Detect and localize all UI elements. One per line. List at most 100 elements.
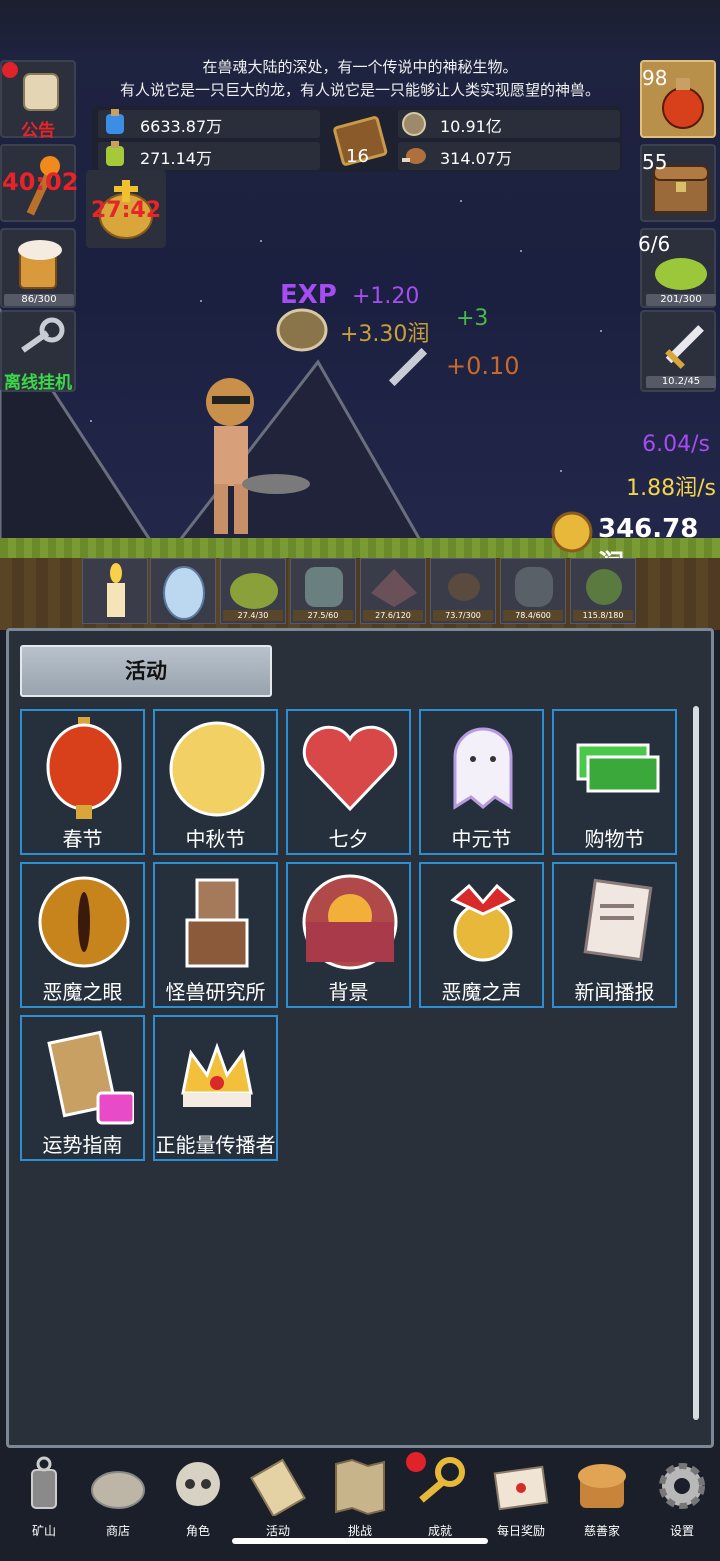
nav-achievement[interactable]: 成就	[400, 1452, 480, 1542]
key-icon	[419, 1457, 465, 1503]
slime-count: 6/6	[638, 232, 671, 256]
potion-button[interactable]: 98	[640, 60, 716, 138]
nav-daily-reward[interactable]: 每日奖励	[481, 1452, 561, 1542]
newspaper-icon	[583, 878, 653, 962]
potion-count: 98	[642, 66, 668, 90]
chest-button[interactable]: 55	[640, 144, 716, 222]
sword-button[interactable]: 10.2/45	[640, 310, 716, 392]
panel-scrollbar[interactable]	[693, 706, 699, 1420]
bread-icon	[578, 1464, 626, 1508]
map-icon	[335, 1458, 385, 1516]
card-label: 运势指南	[42, 1133, 123, 1157]
nav-label: 挑战	[347, 1524, 372, 1538]
gear-icon	[659, 1463, 705, 1509]
slot-goblin[interactable]: 115.8/180	[570, 558, 636, 624]
beer-icon	[18, 240, 62, 289]
card-label: 购物节	[584, 827, 645, 851]
nav-shop[interactable]: 商店	[78, 1452, 158, 1542]
card-label: 正能量传播者	[155, 1133, 276, 1157]
coin-rate: 1.88润/s	[626, 476, 716, 501]
card-background[interactable]: 背景	[286, 862, 411, 1008]
hero-character	[206, 378, 310, 534]
torch-button[interactable]: 40:02	[0, 144, 79, 222]
resource-potion-blue: 6633.87万	[98, 109, 320, 138]
lantern-icon	[46, 717, 122, 819]
beer-button[interactable]: 86/300	[0, 228, 76, 308]
green-slime-icon	[230, 573, 278, 609]
card-demon-eye[interactable]: 恶魔之眼	[20, 862, 145, 1008]
sword-drop-icon	[388, 347, 428, 387]
slime-bar: 201/300	[646, 294, 716, 306]
slot-candle[interactable]	[82, 558, 148, 624]
announcement-button[interactable]: 公告	[0, 60, 76, 141]
card-spring-festival[interactable]: 春节	[20, 709, 145, 855]
ghost-icon	[453, 727, 513, 810]
slime-button[interactable]: 6/6 201/300	[638, 228, 716, 308]
tab-activity[interactable]: 活动	[20, 645, 272, 697]
slot-bat[interactable]: 27.6/120	[360, 558, 426, 624]
nav-label: 成就	[427, 1524, 452, 1538]
nav-label: 慈善家	[583, 1524, 620, 1538]
card-label: 新闻播报	[574, 980, 655, 1004]
blue-potion-icon	[106, 109, 124, 134]
exp-rate: 6.04/s	[642, 432, 710, 457]
card-shopping-festival[interactable]: 购物节	[552, 709, 677, 855]
moon-icon	[169, 721, 265, 817]
card-mid-autumn[interactable]: 中秋节	[153, 709, 278, 855]
card-qixi[interactable]: 七夕	[286, 709, 411, 855]
goblin-icon	[586, 569, 622, 605]
slot-spider[interactable]: 73.7/300	[430, 558, 496, 624]
nav-label: 角色	[185, 1524, 210, 1538]
card-ghost-festival[interactable]: 中元节	[419, 709, 544, 855]
nav-settings[interactable]: 设置	[642, 1452, 720, 1542]
slot-egg[interactable]	[150, 558, 216, 624]
nav-mine[interactable]: 矿山	[4, 1452, 84, 1542]
story-text: 在兽魂大陆的深处，有一个传说中的神秘生物。 有人说它是一只巨大的龙，有人说它是一…	[80, 56, 640, 102]
meat-icon	[402, 148, 426, 164]
meat-value: 314.07万	[440, 149, 512, 168]
slot-green-slime[interactable]: 27.4/30	[220, 558, 286, 624]
scroll-icon	[23, 73, 59, 111]
slot-ghoul[interactable]: 78.4/600	[500, 558, 566, 624]
slot-bar: 27.5/60	[293, 610, 353, 621]
card-label: 中元节	[451, 827, 512, 851]
card-fortune-guide[interactable]: 运势指南	[20, 1015, 145, 1161]
offline-idle-label: 离线挂机	[4, 373, 72, 393]
egg-icon	[163, 566, 205, 620]
story-line-2: 有人说它是一只巨大的龙，有人说它是一只能够让人类实现愿望的神兽。	[119, 81, 600, 99]
stone-icon	[91, 1471, 145, 1509]
cookie-timer: 27:42	[90, 198, 162, 223]
card-demon-voice[interactable]: 恶魔之声	[419, 862, 544, 1008]
story-line-1: 在兽魂大陆的深处，有一个传说中的神秘生物。	[202, 58, 518, 76]
scroll-icon	[47, 1030, 134, 1125]
card-label: 春节	[62, 827, 103, 851]
ghoul-icon	[515, 567, 553, 607]
home-indicator[interactable]	[232, 1538, 488, 1544]
card-label: 恶魔之声	[441, 980, 522, 1004]
slot-bar: 27.4/30	[223, 610, 283, 621]
nav-label: 活动	[265, 1524, 290, 1538]
card-label: 中秋节	[185, 827, 246, 851]
card-news[interactable]: 新闻播报	[552, 862, 677, 1008]
nav-label: 设置	[669, 1524, 694, 1538]
card-monster-lab[interactable]: 怪兽研究所	[153, 862, 278, 1008]
cash-icon	[576, 743, 660, 793]
nav-character[interactable]: 角色	[158, 1452, 238, 1542]
torch-timer: 40:02	[2, 168, 79, 196]
crown-icon	[181, 1042, 253, 1107]
card-positive-energy[interactable]: 正能量传播者	[153, 1015, 278, 1161]
nav-activity[interactable]: 活动	[238, 1452, 318, 1542]
nav-challenge[interactable]: 挑战	[320, 1452, 400, 1542]
cookie-button[interactable]: 27:42	[86, 170, 166, 248]
slot-zombie[interactable]: 27.5/60	[290, 558, 356, 624]
offline-idle-button[interactable]: 离线挂机	[0, 310, 76, 393]
green-potion-icon	[106, 141, 124, 166]
nav-philanthropist[interactable]: 慈善家	[562, 1452, 642, 1542]
book-resource[interactable]: 16	[326, 108, 392, 172]
card-label: 恶魔之眼	[42, 980, 123, 1004]
coin-icon	[402, 112, 426, 136]
book-count: 16	[346, 146, 369, 167]
potion-green-value: 271.14万	[140, 149, 212, 168]
gold-coin-icon	[551, 511, 593, 553]
nav-label: 商店	[105, 1524, 130, 1538]
